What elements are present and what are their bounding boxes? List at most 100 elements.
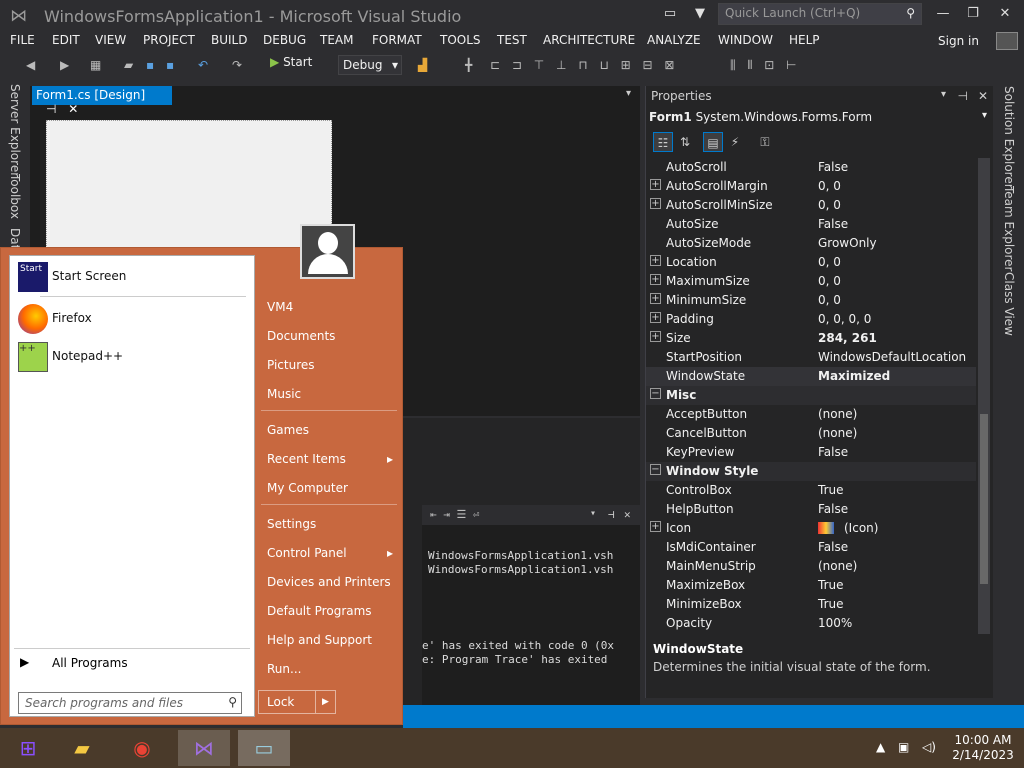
sign-in-link[interactable]: Sign in [938,34,979,48]
windows-start-button[interactable]: ⊞ [2,730,54,766]
show-hidden-icons[interactable]: ▲ [876,740,885,754]
property-row[interactable]: + Icon (Icon) [646,519,976,538]
property-value[interactable]: Maximized [818,369,890,383]
tab-form1-design[interactable]: Form1.cs [Design] ⊣ ✕ [32,86,172,116]
expand-icon[interactable]: + [650,312,661,323]
property-row[interactable]: + AutoScrollMargin 0, 0 [646,177,976,196]
menu-file[interactable]: FILE [10,33,35,47]
events-icon[interactable]: ⚡ [725,132,745,152]
menu-analyze[interactable]: ANALYZE [647,33,701,47]
property-grid-scrollbar[interactable] [978,158,990,634]
property-value[interactable]: False [818,217,848,231]
property-value[interactable]: (none) [818,559,857,573]
expand-icon[interactable]: + [650,293,661,304]
property-category[interactable]: − Window Style [646,462,976,481]
property-row[interactable]: CancelButton (none) [646,424,976,443]
expand-icon[interactable]: + [650,274,661,285]
remote-desktop-icon[interactable]: ▭ [238,730,290,766]
output-pin-icon[interactable]: ⊣ [608,508,615,521]
account-icon[interactable] [996,32,1018,50]
property-row[interactable]: AutoScroll False [646,158,976,177]
spacing-toolbar-icons[interactable]: ⫼ ⫴ ⊡ ⊢ [730,56,801,74]
menu-build[interactable]: BUILD [211,33,247,47]
property-value[interactable]: True [818,483,844,497]
toolbox-tab[interactable]: Toolbox [8,174,22,219]
alphabetical-icon[interactable]: ⇅ [675,132,695,152]
object-selector[interactable]: Form1 System.Windows.Forms.Form ▾ [649,110,989,128]
list-item-start-screen[interactable]: Start Start Screen [14,258,250,296]
start-menu-place-item[interactable]: Games [267,423,309,437]
start-menu-place-item[interactable]: Devices and Printers [267,575,391,589]
property-value[interactable]: 0, 0 [818,274,841,288]
forward-icon[interactable]: ▶ [60,56,69,74]
quick-launch-input[interactable]: Quick Launch (Ctrl+Q) ⚲ [718,3,922,25]
expand-icon[interactable]: + [650,331,661,342]
solution-explorer-tab[interactable]: Solution Explorer [1002,86,1016,189]
network-icon[interactable]: ▣ [898,740,909,754]
all-programs-button[interactable]: ▶ All Programs [14,652,250,674]
property-row[interactable]: + Size 284, 261 [646,329,976,348]
property-row[interactable]: AcceptButton (none) [646,405,976,424]
output-close-icon[interactable]: ✕ [624,508,631,521]
menu-view[interactable]: VIEW [95,33,126,47]
properties-pin-icon[interactable]: ⊣ [958,89,968,103]
property-value[interactable]: False [818,445,848,459]
property-value[interactable]: (none) [818,407,857,421]
minimize-button[interactable]: — [930,4,956,24]
menu-help[interactable]: HELP [789,33,820,47]
collapse-icon[interactable]: − [650,388,661,399]
new-project-icon[interactable]: ▦ [90,56,101,74]
class-view-tab[interactable]: Class View [1002,272,1016,336]
expand-icon[interactable]: + [650,179,661,190]
property-row[interactable]: MaximizeBox True [646,576,976,595]
lock-options-arrow-icon[interactable]: ▶ [315,691,335,713]
property-value[interactable]: 284, 261 [818,331,877,345]
expand-icon[interactable]: + [650,255,661,266]
back-icon[interactable]: ◀ [26,56,35,74]
feedback-icon[interactable]: ▭ [660,5,680,23]
property-category[interactable]: − Misc [646,386,976,405]
property-row[interactable]: + Location 0, 0 [646,253,976,272]
property-row[interactable]: AutoSizeMode GrowOnly [646,234,976,253]
menu-test[interactable]: TEST [497,33,527,47]
align-grid-icon[interactable]: ╋ [465,56,472,74]
search-input[interactable]: Search programs and files ⚲ [18,692,242,714]
redo-icon[interactable]: ↷ [232,56,242,74]
properties-icon[interactable]: ▤ [703,132,723,152]
chrome-icon[interactable]: ◉ [116,730,168,766]
property-value[interactable]: (Icon) [844,521,878,535]
start-debug-button[interactable]: ▶ Start [270,55,312,69]
start-menu-place-item[interactable]: Documents [267,329,335,343]
list-item-notepadpp[interactable]: ++ Notepad++ [14,338,250,376]
save-icon[interactable]: ▪ [146,56,154,74]
property-row[interactable]: IsMdiContainer False [646,538,976,557]
property-row[interactable]: Opacity 100% [646,614,976,633]
user-avatar[interactable] [300,224,355,279]
categorized-icon[interactable]: ☷ [653,132,673,152]
server-explorer-tab[interactable]: Server Explorer [8,84,22,177]
output-dropdown-icon[interactable]: ▾ [590,508,596,519]
property-pages-icon[interactable]: ⚿ [755,132,775,152]
menu-format[interactable]: FORMAT [372,33,422,47]
explorer-icon[interactable]: ▰ [56,730,108,766]
expand-icon[interactable]: + [650,198,661,209]
property-value[interactable]: 0, 0 [818,179,841,193]
property-value[interactable]: True [818,578,844,592]
menu-tools[interactable]: TOOLS [440,33,481,47]
property-value[interactable]: 0, 0, 0, 0 [818,312,871,326]
restore-button[interactable]: ❐ [960,4,986,24]
menu-debug[interactable]: DEBUG [263,33,306,47]
property-value[interactable]: 0, 0 [818,255,841,269]
output-toolbar-icons[interactable]: ⇤ ⇥ ☰ ⏎ [430,508,480,521]
pin-icon[interactable]: ⊣ [46,102,56,116]
property-value[interactable]: 0, 0 [818,293,841,307]
property-value[interactable]: 100% [818,616,852,630]
clock[interactable]: 10:00 AM 2/14/2023 [948,733,1018,763]
expand-icon[interactable]: + [650,521,661,532]
menu-architecture[interactable]: ARCHITECTURE [543,33,635,47]
property-row[interactable]: + Padding 0, 0, 0, 0 [646,310,976,329]
tab-overflow-icon[interactable]: ▾ [626,88,631,99]
close-tab-icon[interactable]: ✕ [68,102,78,116]
property-row[interactable]: MinimizeBox True [646,595,976,614]
property-row[interactable]: ControlBox True [646,481,976,500]
